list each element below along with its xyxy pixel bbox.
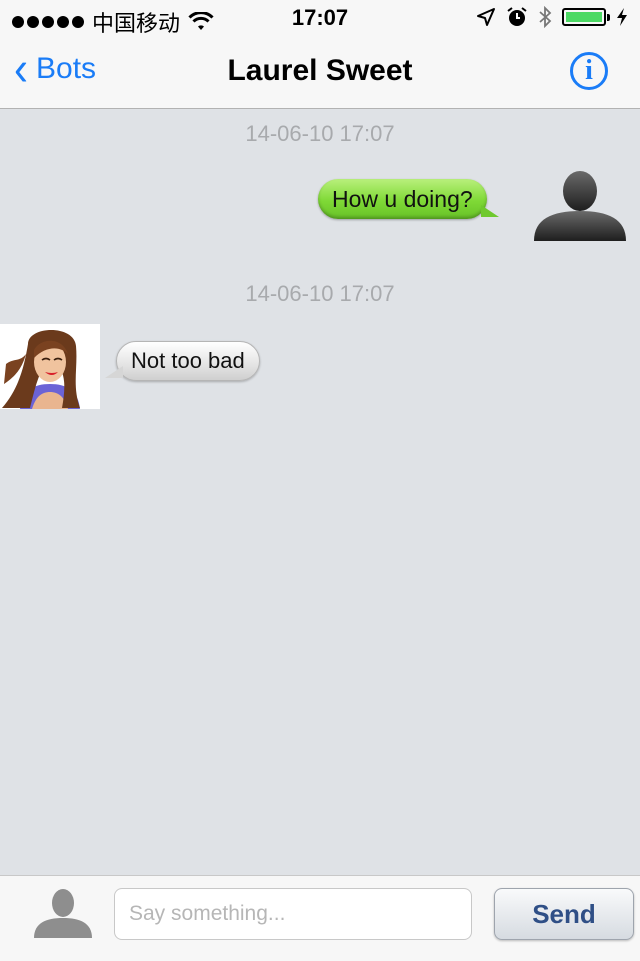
status-bar-right xyxy=(476,6,628,28)
send-button[interactable]: Send xyxy=(494,888,634,940)
bot-avatar-image xyxy=(0,324,100,409)
status-bar: 中国移动 17:07 xyxy=(0,0,640,36)
battery-icon xyxy=(562,8,610,26)
message-input[interactable] xyxy=(114,888,472,940)
page-title: Laurel Sweet xyxy=(227,54,413,87)
location-arrow-icon xyxy=(477,8,495,26)
navigation-bar: ‹ Bots Laurel Sweet i xyxy=(0,36,640,109)
info-icon[interactable]: i xyxy=(570,52,608,90)
chat-area[interactable]: 14-06-10 17:07 How u doing? 14-06-10 17:… xyxy=(0,109,640,875)
alarm-icon xyxy=(507,7,527,26)
outgoing-message-bubble[interactable]: How u doing? xyxy=(318,179,499,219)
bot-avatar xyxy=(0,324,100,409)
bluetooth-icon xyxy=(539,6,552,28)
input-bar: Send xyxy=(0,875,640,961)
user-avatar-icon[interactable] xyxy=(32,888,94,938)
battery-level xyxy=(566,12,602,22)
incoming-message-bubble[interactable]: Not too bad xyxy=(105,341,260,381)
user-avatar-icon xyxy=(534,171,626,241)
charging-bolt-icon xyxy=(617,8,627,26)
message-timestamp: 14-06-10 17:07 xyxy=(245,121,395,146)
message-timestamp: 14-06-10 17:07 xyxy=(245,281,395,306)
